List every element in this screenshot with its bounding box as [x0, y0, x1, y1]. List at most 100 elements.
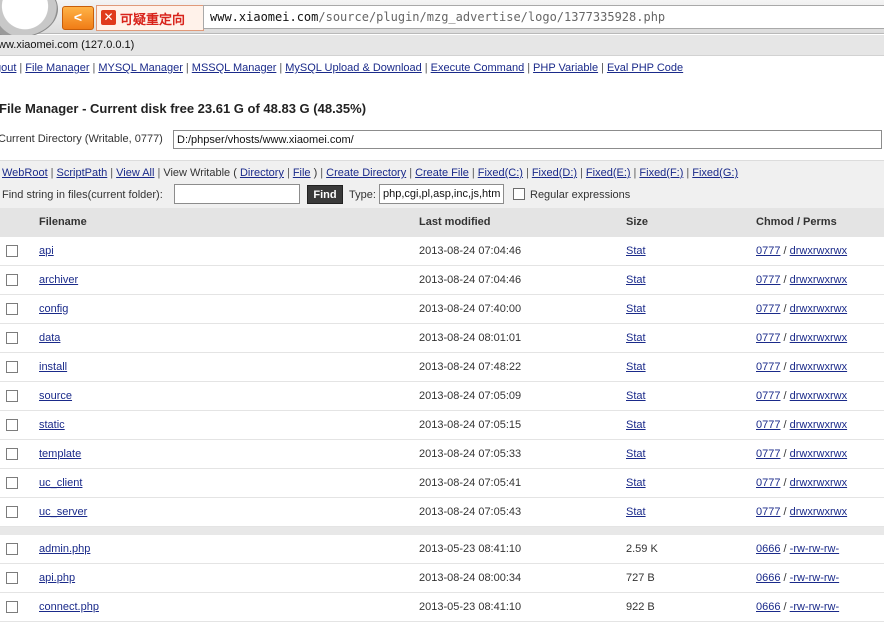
filename-link[interactable]: connect.php [39, 601, 99, 613]
filename-link[interactable]: uc_server [39, 506, 87, 518]
stat-link[interactable]: Stat [626, 245, 646, 257]
view-writable-file-link[interactable]: File [293, 167, 311, 179]
stat-link[interactable]: Stat [626, 332, 646, 344]
perm-separator: / [780, 390, 790, 402]
header-filename[interactable]: Filename [39, 216, 87, 228]
filename-link[interactable]: config [39, 303, 68, 315]
fixed-e-link[interactable]: Fixed(E:) [586, 167, 631, 179]
row-select-checkbox[interactable] [6, 543, 18, 555]
fixed-c-link[interactable]: Fixed(C:) [478, 167, 523, 179]
header-chmod[interactable]: Chmod / Perms [756, 216, 837, 228]
perms-link[interactable]: drwxrwxrwx [790, 477, 847, 489]
filename-link[interactable]: source [39, 390, 72, 402]
toolbar-separator: | [471, 167, 475, 179]
chmod-link[interactable]: 0777 [756, 390, 780, 402]
menu-file-manager[interactable]: File Manager [25, 62, 89, 74]
stat-link[interactable]: Stat [626, 361, 646, 373]
chmod-link[interactable]: 0777 [756, 448, 780, 460]
create-file-link[interactable]: Create File [415, 167, 469, 179]
directory-row: template 2013-08-24 07:05:33 Stat 0777 / dr… [0, 440, 884, 469]
perms-link[interactable]: drwxrwxrwx [790, 303, 847, 315]
row-select-checkbox[interactable] [6, 448, 18, 460]
create-directory-link[interactable]: Create Directory [326, 167, 406, 179]
filename-link[interactable]: admin.php [39, 543, 90, 555]
perms-link[interactable]: drwxrwxrwx [790, 419, 847, 431]
menu-execute-command[interactable]: Execute Command [431, 62, 525, 74]
current-directory-input[interactable] [173, 130, 882, 149]
row-select-checkbox[interactable] [6, 572, 18, 584]
perms-link[interactable]: drwxrwxrwx [790, 390, 847, 402]
stat-link[interactable]: Stat [626, 274, 646, 286]
filename-link[interactable]: api [39, 245, 54, 257]
stat-link[interactable]: Stat [626, 419, 646, 431]
row-select-checkbox[interactable] [6, 601, 18, 613]
fixed-d-link[interactable]: Fixed(D:) [532, 167, 577, 179]
row-select-checkbox[interactable] [6, 390, 18, 402]
perms-link[interactable]: -rw-rw-rw- [790, 601, 839, 613]
perms-link[interactable]: -rw-rw-rw- [790, 572, 839, 584]
filename-link[interactable]: install [39, 361, 67, 373]
perm-separator: / [780, 303, 790, 315]
chmod-link[interactable]: 0777 [756, 506, 780, 518]
stat-link[interactable]: Stat [626, 477, 646, 489]
perms-link[interactable]: drwxrwxrwx [790, 332, 847, 344]
stat-link[interactable]: Stat [626, 390, 646, 402]
chmod-link[interactable]: 0777 [756, 245, 780, 257]
row-select-checkbox[interactable] [6, 332, 18, 344]
perms-link[interactable]: drwxrwxrwx [790, 245, 847, 257]
perms-link[interactable]: -rw-rw-rw- [790, 543, 839, 555]
menu-separator: | [424, 62, 428, 74]
fixed-g-link[interactable]: Fixed(G:) [692, 167, 738, 179]
view-writable-directory-link[interactable]: Directory [240, 167, 284, 179]
row-select-checkbox[interactable] [6, 361, 18, 373]
filename-link[interactable]: archiver [39, 274, 78, 286]
last-modified: 2013-05-23 08:41:10 [419, 543, 522, 555]
find-string-input[interactable] [174, 184, 300, 204]
perms-link[interactable]: drwxrwxrwx [790, 274, 847, 286]
view-all-link[interactable]: View All [116, 167, 154, 179]
chmod-link[interactable]: 0666 [756, 601, 780, 613]
filename-link[interactable]: template [39, 448, 81, 460]
row-select-checkbox[interactable] [6, 477, 18, 489]
chmod-link[interactable]: 0777 [756, 332, 780, 344]
chmod-link[interactable]: 0777 [756, 303, 780, 315]
chmod-link[interactable]: 0777 [756, 477, 780, 489]
chmod-link[interactable]: 0777 [756, 274, 780, 286]
row-select-checkbox[interactable] [6, 245, 18, 257]
row-select-checkbox[interactable] [6, 419, 18, 431]
menu-eval-php[interactable]: Eval PHP Code [607, 62, 683, 74]
menu-mssql-manager[interactable]: MSSQL Manager [192, 62, 277, 74]
webroot-link[interactable]: WebRoot [2, 167, 48, 179]
header-last-modified[interactable]: Last modified [419, 216, 491, 228]
address-bar[interactable]: www.xiaomei.com/source/plugin/mzg_advert… [203, 5, 884, 29]
perms-link[interactable]: drwxrwxrwx [790, 448, 847, 460]
menu-logout[interactable]: gout [0, 62, 16, 74]
stat-link[interactable]: Stat [626, 448, 646, 460]
filename-link[interactable]: api.php [39, 572, 75, 584]
back-button[interactable]: < [62, 6, 94, 30]
file-type-input[interactable]: php,cgi,pl,asp,inc,js,htm [379, 184, 504, 204]
header-size[interactable]: Size [626, 216, 648, 228]
stat-link[interactable]: Stat [626, 303, 646, 315]
perms-link[interactable]: drwxrwxrwx [790, 361, 847, 373]
fixed-f-link[interactable]: Fixed(F:) [639, 167, 683, 179]
filename-link[interactable]: uc_client [39, 477, 82, 489]
row-select-checkbox[interactable] [6, 506, 18, 518]
stat-link[interactable]: Stat [626, 506, 646, 518]
row-select-checkbox[interactable] [6, 274, 18, 286]
redirect-warning[interactable]: ✕ 可疑重定向 [96, 5, 204, 31]
chmod-link[interactable]: 0777 [756, 361, 780, 373]
menu-mysql-upload[interactable]: MySQL Upload & Download [285, 62, 422, 74]
scriptpath-link[interactable]: ScriptPath [57, 167, 108, 179]
regex-checkbox[interactable] [513, 188, 525, 200]
row-select-checkbox[interactable] [6, 303, 18, 315]
menu-mysql-manager[interactable]: MYSQL Manager [98, 62, 183, 74]
chmod-link[interactable]: 0666 [756, 572, 780, 584]
perms-link[interactable]: drwxrwxrwx [790, 506, 847, 518]
menu-php-variable[interactable]: PHP Variable [533, 62, 598, 74]
filename-link[interactable]: data [39, 332, 60, 344]
filename-link[interactable]: static [39, 419, 65, 431]
chmod-link[interactable]: 0666 [756, 543, 780, 555]
find-button[interactable]: Find [307, 185, 343, 204]
chmod-link[interactable]: 0777 [756, 419, 780, 431]
